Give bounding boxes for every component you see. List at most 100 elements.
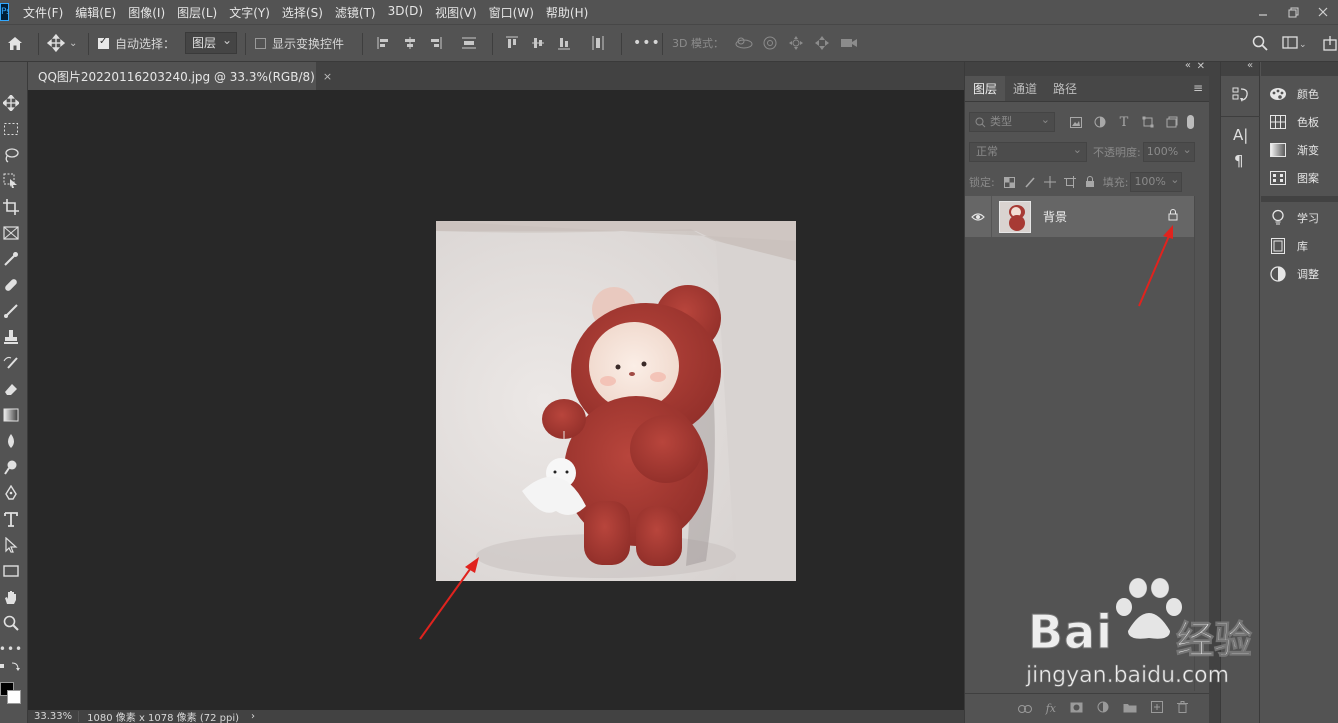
lasso-tool-icon[interactable] xyxy=(0,144,22,166)
panel-adjustments[interactable]: 调整 xyxy=(1269,266,1319,282)
tab-paths[interactable]: 路径 xyxy=(1045,76,1085,101)
show-transform-option[interactable]: 显示变换控件 xyxy=(255,25,344,61)
eraser-tool-icon[interactable] xyxy=(0,378,22,400)
filter-toggle-switch[interactable] xyxy=(1187,115,1194,129)
history-brush-tool-icon[interactable] xyxy=(0,352,22,374)
3d-orbit-icon[interactable] xyxy=(734,25,754,61)
auto-select-checkbox[interactable] xyxy=(98,36,109,49)
lock-position-icon[interactable] xyxy=(1043,175,1057,189)
panel-gradients[interactable]: 渐变 xyxy=(1269,142,1319,158)
chevron-down-icon[interactable]: ⌄ xyxy=(69,38,77,49)
panel-learn[interactable]: 学习 xyxy=(1269,209,1319,226)
brush-tool-icon[interactable] xyxy=(0,300,22,322)
menu-window[interactable]: 窗口(W) xyxy=(483,4,540,21)
tab-channels[interactable]: 通道 xyxy=(1005,76,1045,101)
menu-filter[interactable]: 滤镜(T) xyxy=(329,4,382,21)
blur-tool-icon[interactable] xyxy=(0,430,22,452)
home-icon[interactable] xyxy=(6,25,24,61)
menu-layer[interactable]: 图层(L) xyxy=(171,4,223,21)
restore-icon[interactable] xyxy=(1278,0,1308,24)
filter-pixel-icon[interactable] xyxy=(1069,115,1083,129)
trash-icon[interactable] xyxy=(1177,701,1188,716)
close-icon[interactable]: × xyxy=(323,70,332,83)
more-options-icon[interactable]: ••• xyxy=(633,25,661,61)
rectangle-tool-icon[interactable] xyxy=(0,560,22,582)
move-tool-icon[interactable]: ⌄ xyxy=(47,25,77,61)
3d-pan-icon[interactable] xyxy=(788,25,804,61)
status-menu-arrow[interactable]: › xyxy=(247,711,259,722)
character-icon[interactable]: A| xyxy=(1233,126,1248,144)
search-icon[interactable] xyxy=(1252,25,1268,61)
zoom-level[interactable]: 33.33% xyxy=(28,711,80,722)
mask-icon[interactable] xyxy=(1070,702,1083,716)
hand-tool-icon[interactable] xyxy=(0,586,22,608)
menu-image[interactable]: 图像(I) xyxy=(122,4,171,21)
menu-file[interactable]: 文件(F) xyxy=(17,4,69,21)
filter-smart-object-icon[interactable] xyxy=(1165,115,1179,129)
filter-adjustment-icon[interactable] xyxy=(1093,115,1107,129)
opacity-field[interactable]: 100% ⌄ xyxy=(1142,142,1195,162)
close-icon[interactable]: ✕ xyxy=(1197,61,1205,72)
link-icon[interactable] xyxy=(1017,702,1032,716)
frame-tool-icon[interactable] xyxy=(0,222,22,244)
3d-roll-icon[interactable] xyxy=(762,25,778,61)
align-vcenter-icon[interactable] xyxy=(531,25,545,61)
history-icon[interactable] xyxy=(1232,86,1250,107)
3d-camera-icon[interactable] xyxy=(839,25,859,61)
crop-tool-icon[interactable] xyxy=(0,196,22,218)
swap-colors-icon[interactable] xyxy=(0,660,22,674)
distribute-vertical-icon[interactable] xyxy=(591,25,605,61)
healing-brush-tool-icon[interactable] xyxy=(0,274,22,296)
align-bottom-icon[interactable] xyxy=(557,25,571,61)
menu-view[interactable]: 视图(V) xyxy=(429,4,483,21)
paragraph-icon[interactable]: ¶ xyxy=(1234,152,1244,170)
lock-transparent-icon[interactable] xyxy=(1003,175,1017,189)
expand-icon[interactable]: « xyxy=(1247,60,1253,71)
background-color-swatch[interactable] xyxy=(7,690,21,704)
menu-edit[interactable]: 编辑(E) xyxy=(69,4,122,21)
group-icon[interactable] xyxy=(1123,702,1137,716)
3d-slide-icon[interactable] xyxy=(814,25,830,61)
path-selection-tool-icon[interactable] xyxy=(0,534,22,556)
auto-select-option[interactable]: 自动选择： xyxy=(98,25,175,61)
eyedropper-tool-icon[interactable] xyxy=(0,248,22,270)
adjustment-icon[interactable] xyxy=(1097,701,1109,716)
share-icon[interactable] xyxy=(1322,25,1338,61)
document-tab[interactable]: QQ图片20220116203240.jpg @ 33.3%(RGB/8) × xyxy=(28,62,332,90)
fill-field[interactable]: 100% ⌄ xyxy=(1130,172,1183,192)
menu-select[interactable]: 选择(S) xyxy=(276,4,329,21)
new-layer-icon[interactable] xyxy=(1151,701,1163,716)
menu-type[interactable]: 文字(Y) xyxy=(223,4,276,21)
type-tool-icon[interactable] xyxy=(0,508,22,530)
align-left-icon[interactable] xyxy=(377,25,391,61)
zoom-tool-icon[interactable] xyxy=(0,612,22,634)
distribute-horizontal-icon[interactable] xyxy=(461,25,477,61)
panel-patterns[interactable]: 图案 xyxy=(1269,170,1319,186)
collapse-icon[interactable]: « xyxy=(1185,60,1191,71)
dodge-tool-icon[interactable] xyxy=(0,456,22,478)
filter-shape-icon[interactable] xyxy=(1141,115,1155,129)
menu-3d[interactable]: 3D(D) xyxy=(382,4,429,21)
gradient-tool-icon[interactable] xyxy=(0,404,22,426)
lock-artboard-icon[interactable] xyxy=(1063,175,1077,189)
panel-menu-icon[interactable]: ≡ xyxy=(1193,81,1203,95)
auto-select-target-dropdown[interactable]: 图层 xyxy=(185,30,238,54)
pen-tool-icon[interactable] xyxy=(0,482,22,504)
blend-mode-dropdown[interactable]: 正常 ⌄ xyxy=(969,142,1087,162)
object-select-tool-icon[interactable] xyxy=(0,170,22,192)
close-icon[interactable] xyxy=(1308,0,1338,24)
eye-icon[interactable] xyxy=(965,212,991,222)
edit-toolbar-icon[interactable]: ••• xyxy=(0,638,22,660)
menu-help[interactable]: 帮助(H) xyxy=(540,4,594,21)
show-transform-checkbox[interactable] xyxy=(255,37,266,49)
workspace-icon[interactable]: ⌄ xyxy=(1282,25,1306,61)
align-right-icon[interactable] xyxy=(428,25,442,61)
move-tool-icon[interactable] xyxy=(0,92,22,114)
panel-libraries[interactable]: 库 xyxy=(1269,238,1308,254)
layer-name[interactable]: 背景 xyxy=(1043,208,1067,225)
marquee-tool-icon[interactable] xyxy=(0,118,22,140)
filter-type-icon[interactable]: T xyxy=(1117,115,1131,130)
align-top-icon[interactable] xyxy=(505,25,519,61)
lock-all-icon[interactable] xyxy=(1083,175,1097,189)
minimize-icon[interactable] xyxy=(1248,0,1278,24)
